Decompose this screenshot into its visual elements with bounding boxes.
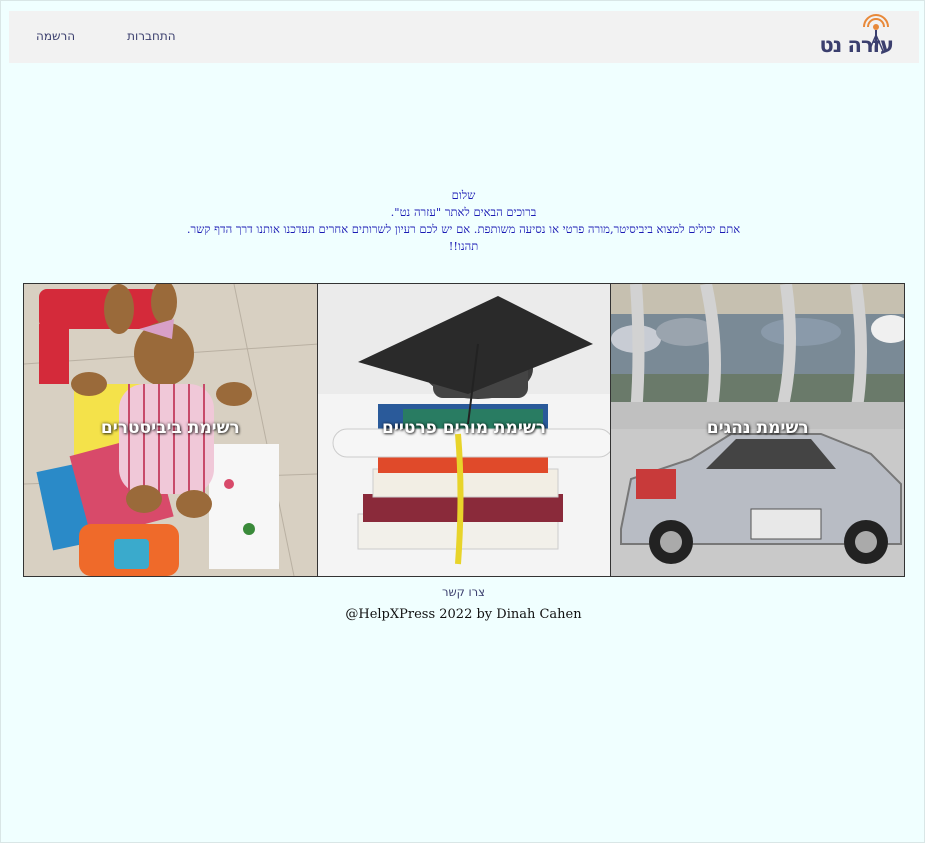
babysitters-tile[interactable]: רשימת ביביסטרים	[24, 284, 317, 576]
login-link[interactable]: התחברות	[101, 11, 201, 63]
contact-link[interactable]: צרו קשר	[442, 585, 485, 599]
register-link[interactable]: הרשמה	[9, 11, 101, 63]
drivers-tile[interactable]: רשימת נהגים	[610, 284, 905, 576]
teachers-label: רשימת מורים פרטיים	[382, 418, 546, 438]
welcome-line-enjoy: תהנו!!	[448, 239, 479, 253]
nav-links: הרשמה התחברות	[9, 11, 202, 63]
drivers-label: רשימת נהגים	[706, 418, 809, 438]
logo-text: עזרה נט	[819, 33, 894, 57]
welcome-message: שלום ברוכים הבאים לאתר "עזרה נט". אתם יכ…	[1, 187, 925, 255]
footer-contact: צרו קשר	[1, 585, 925, 599]
site-logo[interactable]: עזרה נט	[807, 13, 894, 57]
welcome-line-intro: ברוכים הבאים לאתר "עזרה נט".	[390, 205, 537, 219]
navbar: הרשמה התחברות עזרה נט	[9, 11, 919, 63]
copyright-text: @HelpXPress 2022 by Dinah Cahen	[345, 607, 582, 622]
welcome-line-description: אתם יכולים למצוא ביביסיטר,מורה פרטי או נ…	[186, 222, 741, 236]
teachers-tile[interactable]: רשימת מורים פרטיים	[316, 284, 611, 576]
babysitters-label: רשימת ביביסטרים	[100, 418, 240, 438]
welcome-line-greeting: שלום	[451, 188, 476, 202]
services-gallery: רשימת ביביסטרים רשימת מורים פרטיים רשימת…	[23, 283, 905, 577]
